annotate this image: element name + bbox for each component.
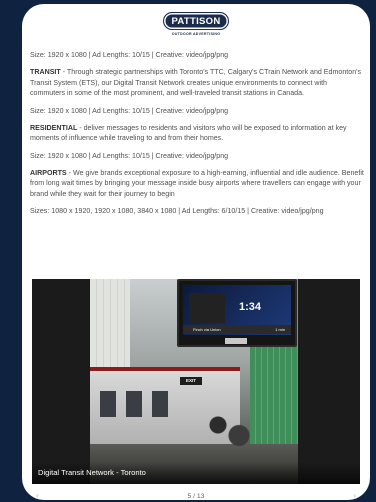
screen-route: Finch via Union bbox=[193, 327, 221, 332]
subway-scene: EXIT 1:34 Finch via Union 1 min bbox=[90, 279, 298, 484]
spec-line-4: Sizes: 1080 x 1920, 1920 x 1080, 3840 x … bbox=[30, 207, 324, 216]
screen-clock: 1:34 bbox=[239, 301, 262, 313]
chevron-right-icon[interactable]: › bbox=[353, 491, 356, 500]
transit-photo[interactable]: EXIT 1:34 Finch via Union 1 min Digital … bbox=[32, 279, 360, 484]
transit-heading: TRANSIT bbox=[30, 68, 61, 77]
spec-line-1: Size: 1920 x 1080 | Ad Lengths: 10/15 | … bbox=[30, 51, 229, 59]
screen-brand-plate bbox=[225, 338, 247, 344]
train-window bbox=[126, 391, 142, 417]
slide-counter: 5 / 13 bbox=[187, 493, 205, 500]
screen-ad bbox=[189, 293, 225, 323]
airports-paragraph: AIRPORTS - We give brands exceptional ex… bbox=[30, 168, 364, 198]
residential-heading: RESIDENTIAL bbox=[30, 123, 78, 132]
slide-text: Size: 1920 x 1080 | Ad Lengths: 10/15 | … bbox=[30, 50, 364, 223]
slide-card: PATTISON OUTDOOR ADVERTISING Size: 1920 … bbox=[22, 4, 370, 500]
screen-eta: 1 min bbox=[275, 327, 285, 332]
commuters bbox=[200, 397, 260, 467]
spec-line-3: Size: 1920 x 1080 | Ad Lengths: 10/15 | … bbox=[30, 151, 229, 160]
screen-route-bar: Finch via Union 1 min bbox=[183, 325, 291, 334]
logo-wordmark: PATTISON bbox=[163, 12, 229, 30]
transit-paragraph: TRANSIT - Through strategic partnerships… bbox=[30, 68, 362, 98]
exit-sign: EXIT bbox=[180, 377, 202, 385]
train-window bbox=[100, 391, 116, 417]
residential-paragraph: RESIDENTIAL - deliver messages to reside… bbox=[30, 123, 347, 143]
airports-heading: AIRPORTS bbox=[30, 168, 67, 177]
pattison-logo: PATTISON OUTDOOR ADVERTISING bbox=[22, 12, 370, 46]
train-window bbox=[152, 391, 168, 417]
logo-tagline: OUTDOOR ADVERTISING bbox=[171, 32, 221, 36]
photo-caption: Digital Transit Network - Toronto bbox=[32, 462, 360, 484]
spec-line-2: Size: 1920 x 1080 | Ad Lengths: 10/15 | … bbox=[30, 106, 229, 115]
digital-screen: 1:34 Finch via Union 1 min bbox=[177, 279, 297, 347]
